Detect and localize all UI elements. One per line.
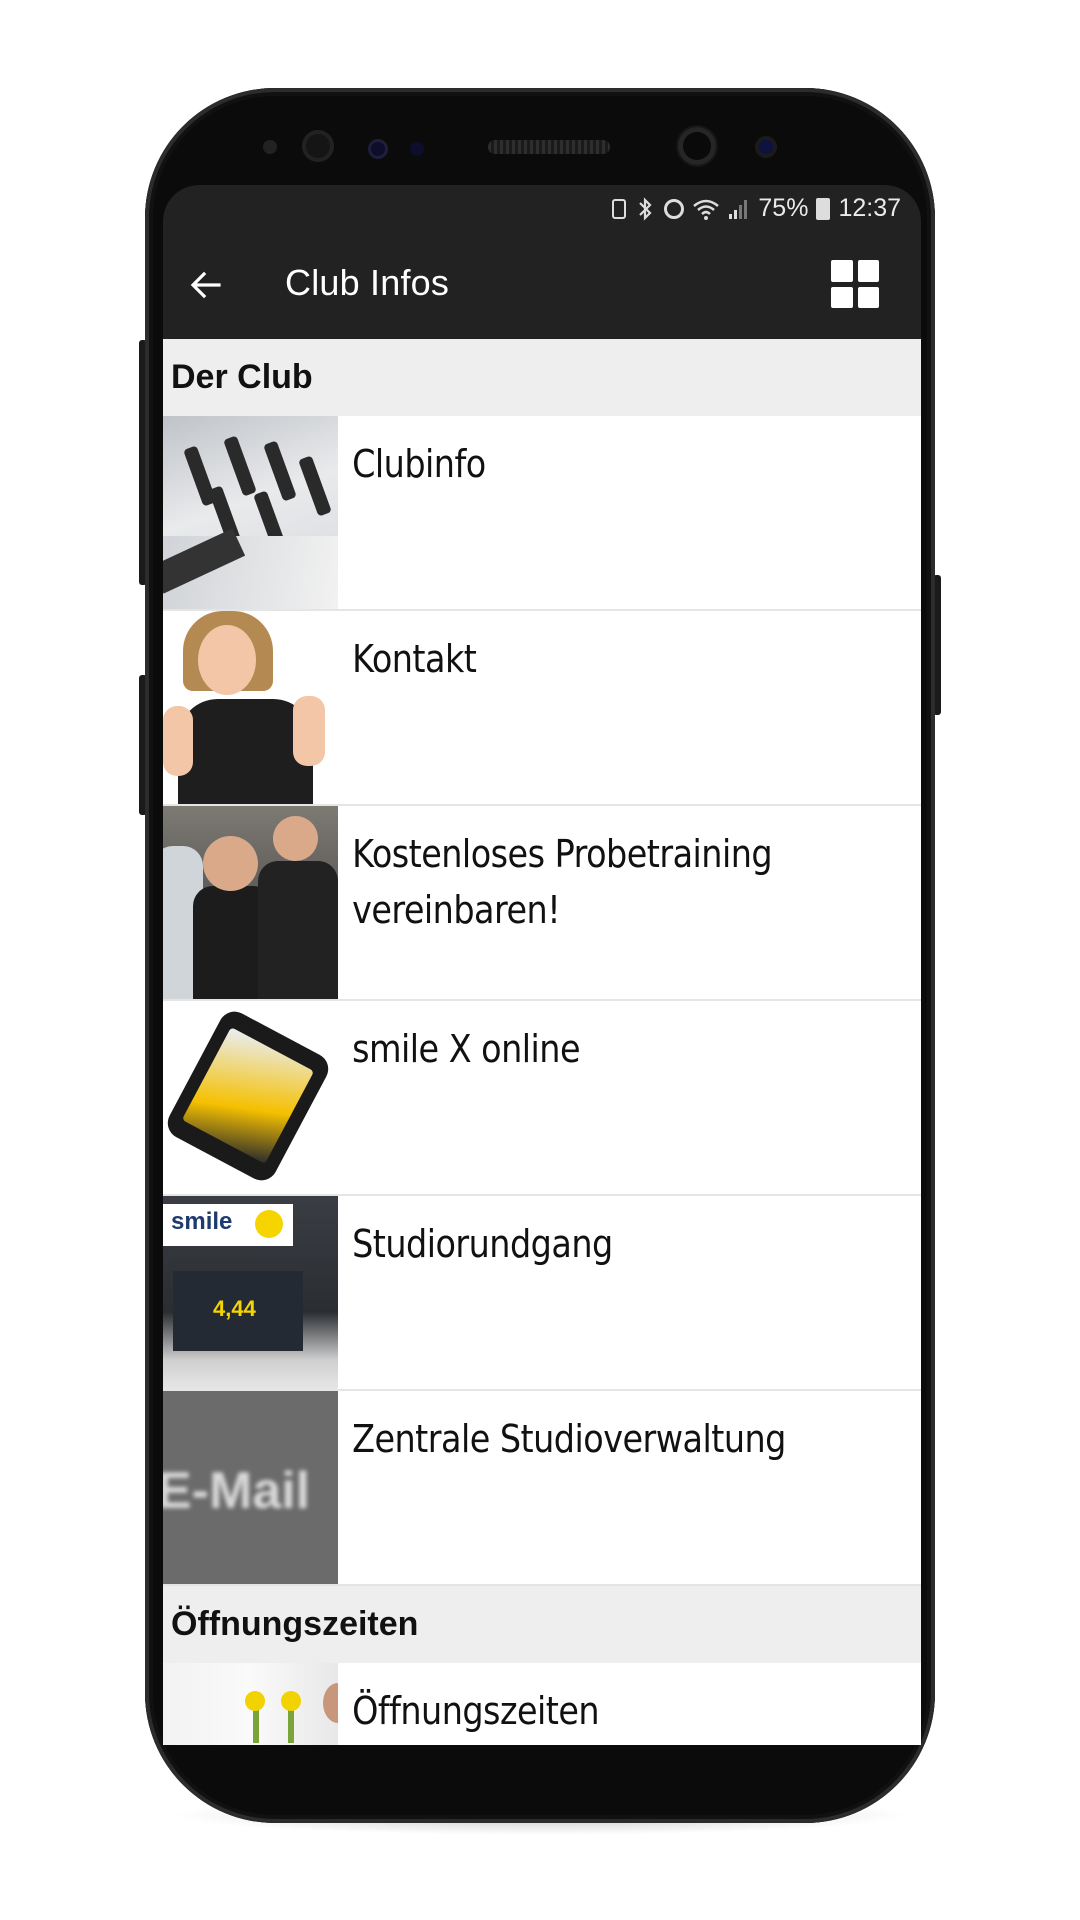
battery-percent: 75% [758,194,809,222]
bluetooth-icon [634,196,656,221]
list-item-studiorundgang[interactable]: smile 4,44 Studiorundgang [163,1196,921,1391]
front-camera [678,127,716,165]
mail-thumbnail-text: E-Mail [163,1462,311,1520]
section-header-der-club: Der Club [163,339,921,416]
grid-icon-cell [831,286,853,308]
studio-logo-text: smile [171,1208,233,1235]
list-item-kontakt[interactable]: Kontakt [163,611,921,806]
trainer-session-thumbnail [163,806,338,999]
device-mockup: 75% 12:37 Club Infos Der Club Clubinfo K… [0,0,1080,1920]
alarm-icon [664,198,685,219]
list-item-label: Clubinfo [352,442,486,486]
light-sensor [368,139,388,159]
list-item-probetraining[interactable]: Kostenloses Probetraining vereinbaren! [163,806,921,1001]
list-item-label: Studiorundgang [352,1222,613,1266]
screen: 75% 12:37 Club Infos Der Club Clubinfo K… [163,185,921,1745]
signal-icon [728,198,750,220]
status-icons: 75% 12:37 [612,194,901,223]
sensor [410,142,424,156]
list-item-label: smile X online [352,1027,581,1071]
list-item-label: Kontakt [352,637,477,681]
studio-poster-text: 4,44 [213,1296,256,1321]
list-item-smile-x-online[interactable]: smile X online [163,1001,921,1196]
e-mail-thumbnail: E-Mail [163,1391,338,1584]
reception-flowers-thumbnail [163,1663,338,1745]
arrow-left-icon [190,271,221,299]
list-item-clubinfo[interactable]: Clubinfo [163,416,921,611]
list-item-oeffnungszeiten[interactable]: Öffnungszeiten [163,1663,921,1745]
app-bar: Club Infos [163,232,921,339]
grid-view-button[interactable] [831,260,879,308]
wifi-icon [692,197,720,221]
club-info-list[interactable]: Der Club Clubinfo Kontakt Kostenloses Pr… [163,339,921,1745]
section-header-oeffnungszeiten: Öffnungszeiten [163,1586,921,1663]
trainer-thumbs-up-thumbnail [163,611,338,804]
status-bar: 75% 12:37 [163,185,921,232]
studio-exterior-thumbnail: smile 4,44 [163,1196,338,1389]
battery-icon [816,197,831,220]
page-title: Club Infos [285,262,450,303]
list-item-label: Zentrale Studioverwaltung [352,1417,786,1461]
list-item-label: Kostenloses Probetraining vereinbaren! [352,832,773,932]
gym-equipment-thumbnail [163,416,338,609]
earpiece-speaker [488,140,610,154]
iris-sensor [302,130,334,162]
iris-camera [755,136,777,158]
smartphone-app-thumbnail [163,1001,338,1194]
battery-saver-icon [612,198,627,219]
grid-icon [831,260,853,282]
clock: 12:37 [838,194,901,222]
back-button[interactable] [183,262,229,308]
list-item-label: Öffnungszeiten [352,1689,600,1733]
grid-icon-cell [857,260,879,282]
proximity-sensor [263,140,277,154]
grid-icon-cell [857,286,879,308]
list-item-zentrale-studioverwaltung[interactable]: E-Mail Zentrale Studioverwaltung [163,1391,921,1586]
